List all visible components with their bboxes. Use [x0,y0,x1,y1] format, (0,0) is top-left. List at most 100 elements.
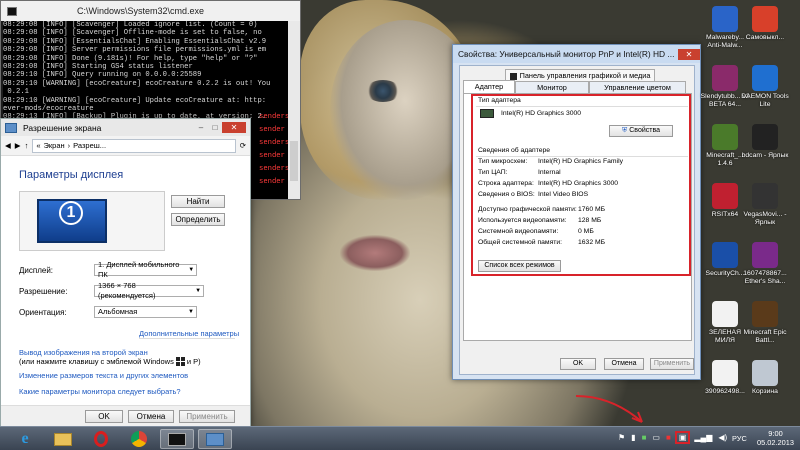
ok-button[interactable]: OK [85,410,123,423]
ie-taskbar-button[interactable]: e [8,429,42,449]
project-hint-text: (или нажмите клавишу с эмблемой Windows [19,357,174,366]
close-button[interactable]: ✕ [222,122,246,133]
scroll-thumb[interactable] [290,141,298,181]
cmd-taskbar-button[interactable] [160,429,194,449]
flag-icon[interactable]: ⚑ [618,433,625,442]
refresh-icon[interactable]: ⟳ [240,141,246,150]
console-line: 08:29:10 [WARNING] [ecoCreature] ecoCrea… [3,79,271,88]
display-select[interactable]: 1. Дисплей мобильного ПК ▼ [94,260,197,279]
cancel-button[interactable]: Отмена [604,358,644,370]
desktop-icon-label: Malwareby... Anti-Malw... [705,34,745,49]
app-icon [752,124,778,150]
tray-red-icon[interactable]: ■ [666,433,671,442]
desktop-icon-label: Minecraft_... 1.4.6 [706,152,744,167]
desktop-icon-label: 390962498... [705,388,745,395]
address-bar: ◀ ▶ ↑ « Экран › Разреш... ⟳ [1,136,250,156]
close-button[interactable]: ✕ [678,48,700,60]
desktop-icon[interactable]: Самовыкл... [740,6,790,42]
advanced-settings-link[interactable]: Дополнительные параметры [139,329,239,338]
divider [139,338,235,339]
properties-title: Свойства: Универсальный монитор PnP и In… [458,49,675,59]
desktop-icon[interactable]: DAEMON Tools Lite [740,65,790,108]
wallpaper-lips [340,235,410,271]
display-settings-icon [206,432,224,446]
breadcrumb-screen[interactable]: Экран [43,141,64,150]
chrome-icon [131,431,147,447]
cmd-title: C:\Windows\System32\cmd.exe [76,6,205,16]
orientation-label: Ориентация: [19,308,67,317]
desktop-icon-label: Корзина [752,388,778,395]
resolution-value: 1366 × 768 (рекомендуется) [98,281,156,300]
resolution-select[interactable]: 1366 × 768 (рекомендуется) ▼ [94,281,204,300]
app-icon [712,124,738,150]
console-line: 08:29:08 [INFO] [EssentialsChat] Enablin… [3,37,267,46]
display-value: 1. Дисплей мобильного ПК [98,260,180,279]
app-tray-icon[interactable]: ■ [642,433,647,442]
desktop-icon[interactable]: Minecraft Epic Battl... [740,301,790,344]
console-red-fragment: sender [259,178,285,186]
which-settings-link[interactable]: Какие параметры монитора следует выбрать… [19,387,181,396]
tab-adapter[interactable]: Адаптер [463,80,515,94]
apply-button[interactable]: Применить [179,410,235,423]
display-settings-icon [5,122,17,133]
cmd-scrollbar[interactable] [288,21,300,199]
display-settings-taskbar-button[interactable] [198,429,232,449]
project-second-screen-link[interactable]: Вывод изображения на второй экран [19,348,148,357]
app-icon [752,6,778,32]
system-tray: ⚑ ▮ ■ ▭ ■ ▣ ▂▄▆ ◀) [618,431,727,444]
console-line: 08:29:08 [INFO] [Scavenger] Loaded ignor… [3,21,258,29]
language-indicator[interactable]: РУС [732,434,747,443]
cmd-titlebar[interactable]: C:\Windows\System32\cmd.exe [1,1,300,21]
up-icon[interactable]: ↑ [25,141,29,150]
properties-titlebar[interactable]: Свойства: Универсальный монитор PnP и In… [453,45,700,63]
text-size-link[interactable]: Изменение размеров текста и других элеме… [19,371,188,380]
breadcrumb-prefix: « [36,141,41,150]
signal-icon[interactable]: ▮ [631,433,635,442]
chrome-taskbar-button[interactable] [122,429,156,449]
monitor-number: 1 [59,201,83,225]
taskbar: e ⚑ ▮ ■ ▭ ■ ▣ ▂▄▆ ◀) РУС 9:00 05.02.2013 [0,426,800,450]
forward-icon[interactable]: ▶ [15,141,21,150]
desktop-icon[interactable]: bdcam - Ярлык [740,124,790,160]
page-title: Параметры дисплея [19,169,124,181]
clock[interactable]: 9:00 05.02.2013 [757,429,794,447]
screen-resolution-window[interactable]: Разрешение экрана – □ ✕ ◀ ▶ ↑ « Экран › … [0,118,251,427]
desktop-icon-label: VegasMovi... - Ярлык [743,211,787,226]
desktop-icon[interactable]: Корзина [740,360,790,396]
cancel-button[interactable]: Отмена [128,410,174,423]
explorer-taskbar-button[interactable] [46,429,80,449]
desktop-icon-label: bdcam - Ярлык [741,152,789,159]
cmd-icon [168,432,186,446]
battery-icon[interactable]: ▭ [652,433,660,442]
resolution-label: Разрешение: [19,287,68,296]
find-button[interactable]: Найти [171,195,225,208]
apply-button[interactable]: Применить [650,358,694,370]
app-icon [712,183,738,209]
opera-taskbar-button[interactable] [84,429,118,449]
tray-highlighted-icon[interactable]: ▣ [674,431,691,444]
cmd-icon [7,6,17,16]
clock-time: 9:00 [768,429,783,438]
console-line: 0.2.1 [3,88,29,97]
identify-button[interactable]: Определить [171,213,225,226]
desktop-icon-label: DAEMON Tools Lite [741,93,789,108]
back-icon[interactable]: ◀ [5,141,11,150]
console-line: ever-mods/ecocreature [3,105,94,114]
maximize-button[interactable]: □ [208,122,222,133]
breadcrumb-resolution[interactable]: Разреш... [73,141,106,150]
desktop-icon-label: Самовыкл... [745,34,785,41]
console-red-fragment: senders [259,165,289,173]
breadcrumb[interactable]: « Экран › Разреш... [32,138,236,153]
desktop-icon[interactable]: VegasMovi... - Ярлык [740,183,790,226]
minimize-button[interactable]: – [194,122,208,133]
desktop-icon-label: 1607478867... Ether's Sha... [743,270,787,285]
orientation-value: Альбомная [98,307,138,316]
desktop-icon[interactable]: 1607478867... Ether's Sha... [740,242,790,285]
orientation-select[interactable]: Альбомная ▼ [94,306,197,318]
volume-icon[interactable]: ◀) [718,433,727,442]
console-line: 08:29:08 [INFO] [Scavenger] Offline-mode… [3,29,262,38]
resolution-titlebar[interactable]: Разрешение экрана – □ ✕ [1,119,250,136]
chevron-down-icon: ▼ [188,267,195,273]
ok-button[interactable]: OK [560,358,596,370]
network-icon[interactable]: ▂▄▆ [694,433,712,442]
